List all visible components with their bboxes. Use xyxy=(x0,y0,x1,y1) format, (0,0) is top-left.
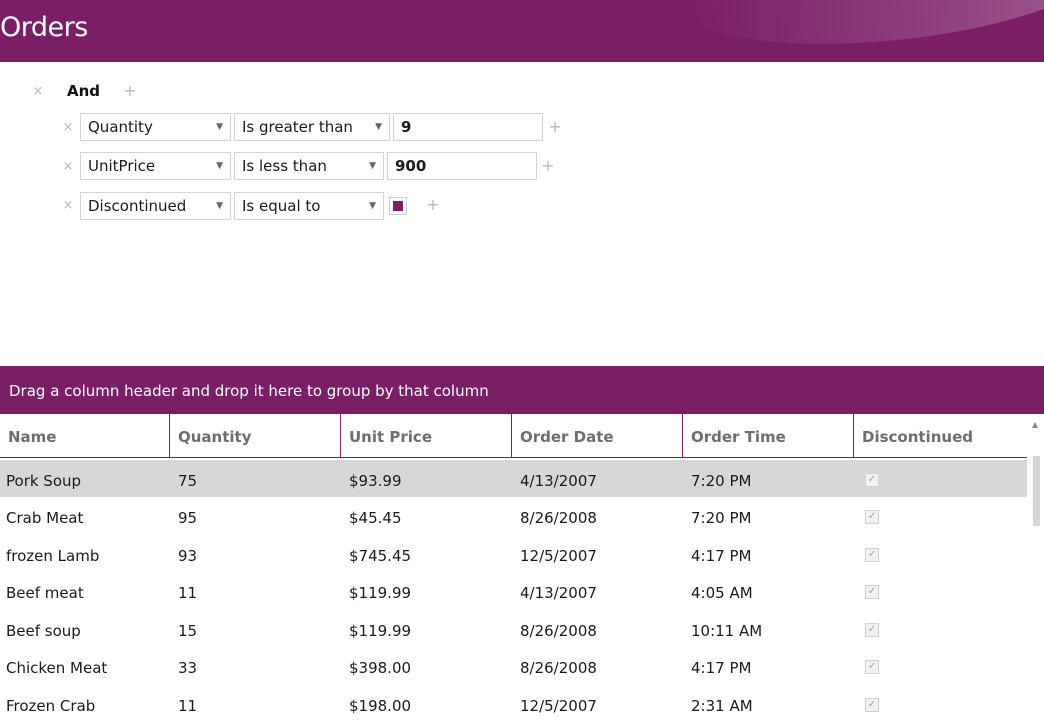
value-input-text: 9 xyxy=(401,118,412,136)
cell-name: Beef soup xyxy=(6,622,81,640)
cell-order-time: 4:17 PM xyxy=(691,659,752,677)
column-header-discontinued[interactable]: Discontinued xyxy=(854,414,1027,458)
discontinued-checkbox[interactable]: ✓ xyxy=(865,660,879,674)
cell-quantity: 93 xyxy=(178,547,198,565)
scroll-up-arrow-icon[interactable]: ▲ xyxy=(1032,420,1038,429)
discontinued-checkbox[interactable]: ✓ xyxy=(865,473,879,487)
grid-header: Name Quantity Unit Price Order Date Orde… xyxy=(0,414,1027,458)
operator-select-value: Is greater than xyxy=(242,118,353,136)
cell-order-time: 7:20 PM xyxy=(691,509,752,527)
cell-order-date: 8/26/2008 xyxy=(520,659,597,677)
add-condition-plus-icon[interactable]: + xyxy=(426,197,440,213)
discontinued-checkbox[interactable]: ✓ xyxy=(865,698,879,712)
remove-condition-close-icon[interactable]: × xyxy=(61,160,75,174)
scrollbar-thumb[interactable] xyxy=(1033,456,1040,526)
add-condition-plus-icon[interactable]: + xyxy=(548,119,562,135)
cell-quantity: 15 xyxy=(178,622,198,640)
chevron-down-icon: ▼ xyxy=(375,122,382,132)
cell-order-date: 4/13/2007 xyxy=(520,584,597,602)
operator-select[interactable]: Is equal to ▼ xyxy=(234,192,384,220)
vertical-scrollbar[interactable]: ▲ xyxy=(1029,414,1044,723)
cell-order-date: 12/5/2007 xyxy=(520,697,597,715)
cell-quantity: 95 xyxy=(178,509,198,527)
column-header-order-date[interactable]: Order Date xyxy=(512,414,683,458)
cell-order-time: 4:17 PM xyxy=(691,547,752,565)
page-title: Orders xyxy=(0,12,88,43)
value-checkbox[interactable] xyxy=(389,197,407,215)
cell-unit-price: $119.99 xyxy=(349,622,412,640)
chevron-down-icon: ▼ xyxy=(369,201,376,211)
discontinued-checkbox[interactable]: ✓ xyxy=(865,585,879,599)
cell-quantity: 11 xyxy=(178,584,198,602)
operator-select-value: Is equal to xyxy=(242,197,321,215)
table-row[interactable]: Chicken Meat 33 $398.00 8/26/2008 4:17 P… xyxy=(0,647,1027,684)
cell-name: frozen Lamb xyxy=(6,547,100,565)
checkbox-indeterminate-fill xyxy=(393,201,403,211)
cell-order-time: 10:11 AM xyxy=(691,622,763,640)
cell-quantity: 11 xyxy=(178,697,198,715)
cell-name: Chicken Meat xyxy=(6,659,108,677)
column-header-order-time[interactable]: Order Time xyxy=(683,414,854,458)
cell-order-date: 8/26/2008 xyxy=(520,622,597,640)
group-by-panel[interactable]: Drag a column header and drop it here to… xyxy=(0,366,1044,414)
column-header-name[interactable]: Name xyxy=(0,414,170,458)
header-decoration xyxy=(679,0,1044,62)
operator-select[interactable]: Is greater than ▼ xyxy=(234,113,390,141)
value-input[interactable]: 900 xyxy=(387,152,537,180)
column-header-quantity[interactable]: Quantity xyxy=(170,414,341,458)
table-row[interactable]: Beef meat 11 $119.99 4/13/2007 4:05 AM ✓ xyxy=(0,572,1027,609)
table-row[interactable]: Frozen Crab 11 $198.00 12/5/2007 2:31 AM… xyxy=(0,685,1027,722)
cell-order-time: 7:20 PM xyxy=(691,472,752,490)
chevron-down-icon: ▼ xyxy=(216,161,223,171)
add-condition-plus-icon[interactable]: + xyxy=(123,83,137,99)
cell-order-time: 2:31 AM xyxy=(691,697,753,715)
column-header-unit-price[interactable]: Unit Price xyxy=(341,414,512,458)
table-row[interactable]: Crab Meat 95 $45.45 8/26/2008 7:20 PM ✓ xyxy=(0,497,1027,534)
cell-name: Beef meat xyxy=(6,584,84,602)
cell-name: Frozen Crab xyxy=(6,697,96,715)
field-select[interactable]: Quantity ▼ xyxy=(80,113,231,141)
value-input[interactable]: 9 xyxy=(393,113,543,141)
field-select[interactable]: UnitPrice ▼ xyxy=(80,152,231,180)
operator-select[interactable]: Is less than ▼ xyxy=(234,152,384,180)
chevron-down-icon: ▼ xyxy=(216,201,223,211)
cell-order-date: 8/26/2008 xyxy=(520,509,597,527)
field-select-value: Discontinued xyxy=(88,197,187,215)
field-select-value: UnitPrice xyxy=(88,157,156,175)
remove-condition-close-icon[interactable]: × xyxy=(61,199,75,213)
chevron-down-icon: ▼ xyxy=(216,122,223,132)
logic-operator-label[interactable]: And xyxy=(67,82,100,100)
cell-unit-price: $119.99 xyxy=(349,584,412,602)
cell-unit-price: $93.99 xyxy=(349,472,402,490)
discontinued-checkbox[interactable]: ✓ xyxy=(865,548,879,562)
title-bar: Orders xyxy=(0,0,1044,62)
chevron-down-icon: ▼ xyxy=(369,161,376,171)
cell-name: Crab Meat xyxy=(6,509,84,527)
remove-group-close-icon[interactable]: × xyxy=(31,85,45,99)
cell-quantity: 33 xyxy=(178,659,198,677)
operator-select-value: Is less than xyxy=(242,157,327,175)
cell-unit-price: $198.00 xyxy=(349,697,412,715)
table-row[interactable]: frozen Lamb 93 $745.45 12/5/2007 4:17 PM… xyxy=(0,535,1027,572)
field-select[interactable]: Discontinued ▼ xyxy=(80,192,231,220)
cell-name: Pork Soup xyxy=(6,472,82,490)
field-select-value: Quantity xyxy=(88,118,153,136)
cell-order-time: 4:05 AM xyxy=(691,584,753,602)
remove-condition-close-icon[interactable]: × xyxy=(61,121,75,135)
cell-unit-price: $398.00 xyxy=(349,659,412,677)
cell-unit-price: $45.45 xyxy=(349,509,402,527)
cell-unit-price: $745.45 xyxy=(349,547,412,565)
table-row[interactable]: Beef soup 15 $119.99 8/26/2008 10:11 AM … xyxy=(0,610,1027,647)
table-row[interactable]: Pork Soup 75 $93.99 4/13/2007 7:20 PM ✓ xyxy=(0,460,1027,497)
cell-order-date: 12/5/2007 xyxy=(520,547,597,565)
cell-quantity: 75 xyxy=(178,472,198,490)
add-condition-plus-icon[interactable]: + xyxy=(541,158,555,174)
value-input-text: 900 xyxy=(395,157,427,175)
discontinued-checkbox[interactable]: ✓ xyxy=(865,510,879,524)
cell-order-date: 4/13/2007 xyxy=(520,472,597,490)
discontinued-checkbox[interactable]: ✓ xyxy=(865,623,879,637)
